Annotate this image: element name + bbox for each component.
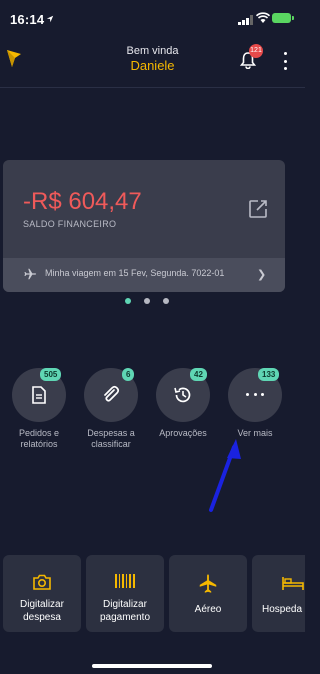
bed-icon [282, 577, 304, 590]
user-name: Daniele [130, 58, 175, 73]
balance-card[interactable]: -R$ 604,47 SALDO FINANCEIRO Minha viagem… [3, 160, 285, 292]
status-time: 16:14 [10, 12, 45, 27]
action-label: Hospeda [262, 604, 303, 615]
document-icon [32, 386, 46, 404]
paperclip-icon [104, 385, 120, 402]
balance-amount: -R$ 604,47 [23, 188, 142, 215]
battery-icon [272, 13, 294, 23]
shortcut-badge: 133 [258, 368, 280, 381]
action-label: Digitalizar despesa [20, 599, 64, 623]
barcode-icon [115, 574, 135, 588]
more-vertical-icon[interactable] [278, 52, 292, 70]
trip-text: Minha viagem em 15 Fev, Segunda. 7022-01 [45, 268, 225, 278]
annotation-arrow [209, 439, 241, 512]
airplane-icon [24, 268, 37, 280]
location-arrow-icon [46, 15, 54, 23]
balance-label: SALDO FINANCEIRO [23, 219, 117, 229]
shortcut-label: Despesas a classificar [87, 428, 135, 449]
shortcut-badge: 505 [40, 368, 62, 381]
shortcut-label: Pedidos e relatórios [18, 428, 60, 449]
trip-row[interactable]: Minha viagem em 15 Fev, Segunda. 7022-01… [3, 258, 285, 292]
action-scan-payment[interactable]: Digitalizar pagamento [86, 555, 164, 632]
action-hotel[interactable]: Hospeda [252, 555, 305, 632]
shortcut-badge: 42 [190, 368, 207, 381]
header-divider [0, 87, 305, 88]
wifi-icon [256, 12, 270, 23]
home-indicator[interactable] [92, 664, 212, 668]
action-scan-expense[interactable]: Digitalizar despesa [3, 555, 81, 632]
edit-icon[interactable] [247, 198, 269, 220]
action-air[interactable]: Aéreo [169, 555, 247, 632]
page-dot[interactable] [144, 298, 150, 304]
action-label: Aéreo [194, 604, 222, 615]
page-dot-active[interactable] [125, 298, 131, 304]
page-dot[interactable] [163, 298, 169, 304]
camera-icon [33, 574, 51, 590]
history-icon [174, 387, 191, 403]
action-label: Digitalizar pagamento [99, 599, 151, 623]
chevron-right-icon: ❯ [257, 269, 267, 281]
status-bar: 16:14 [0, 0, 305, 40]
more-icon [246, 393, 264, 397]
notification-badge: 121 [249, 44, 263, 58]
airplane-icon [199, 574, 217, 593]
signal-icon [238, 15, 253, 25]
